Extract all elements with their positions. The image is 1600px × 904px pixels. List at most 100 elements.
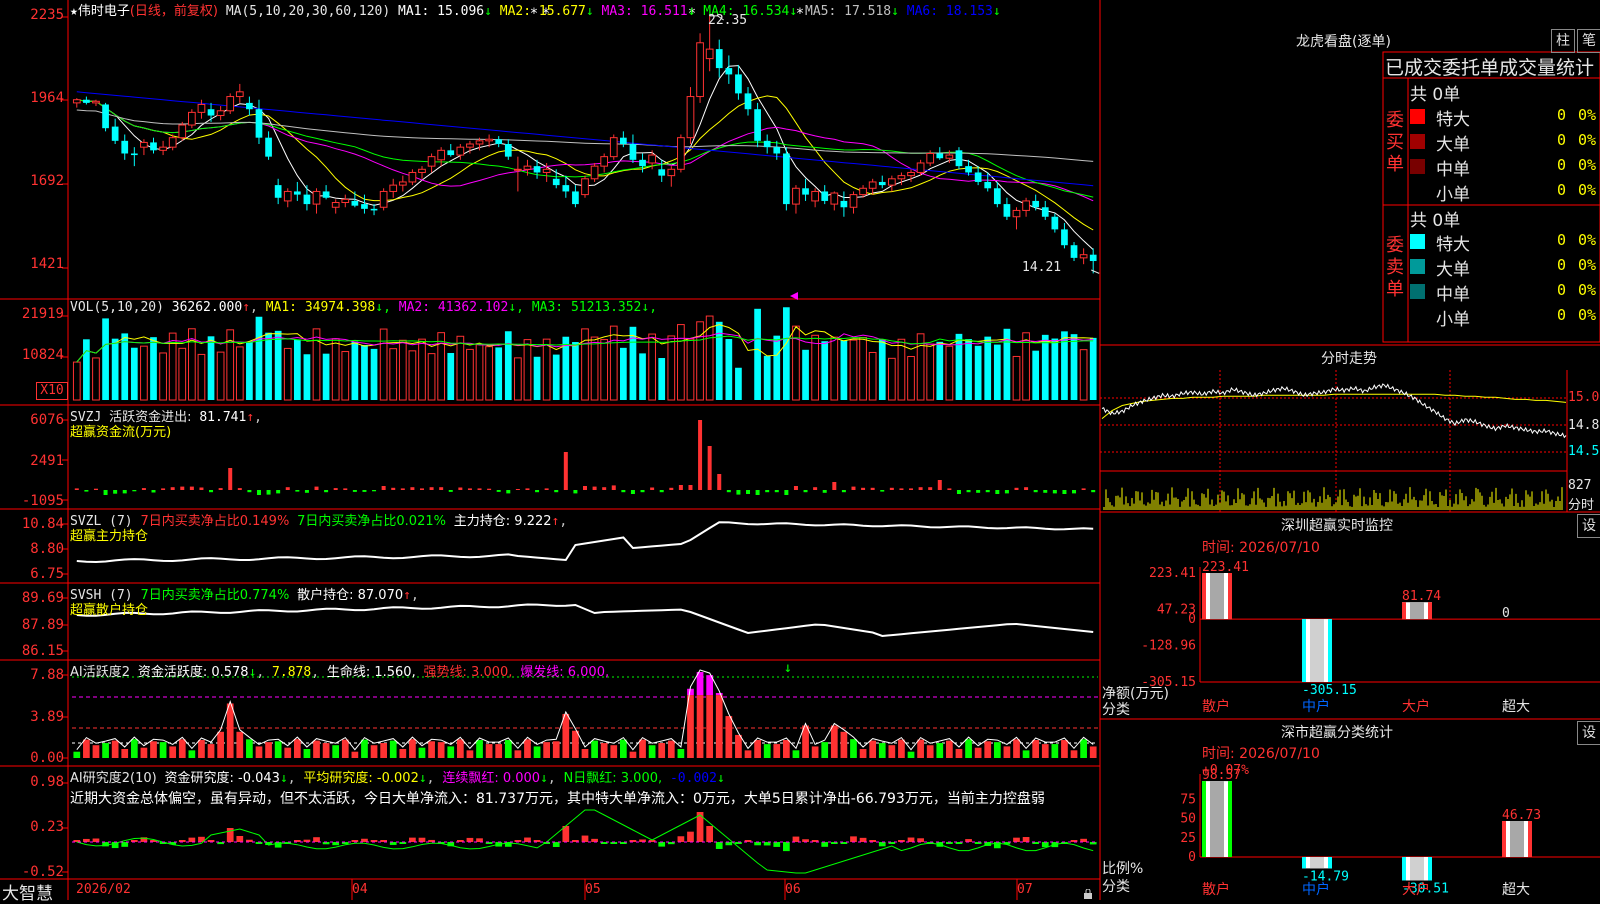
activity-bar [351,751,359,758]
fund-flow-bar [151,490,156,493]
activity-bar [830,725,838,758]
activity-bar [878,743,886,758]
volume-bar [427,353,436,401]
ai-active-y-tick: 7.88 [30,667,64,683]
bar-value-label: -305.15 [1302,683,1357,698]
activity-bar [83,739,90,758]
candle [783,153,790,205]
candle [955,150,963,167]
fund-flow-bar [554,490,559,493]
ai-active-y-tick: 0.00 [30,750,64,766]
volume-bar [840,340,848,400]
classify-settings-button[interactable]: 设 [1577,721,1600,745]
bar-y-tick: 0 [1188,612,1196,627]
volume-bar [763,355,771,400]
volume-bar [572,342,579,400]
candle [1003,204,1011,217]
fund-flow-bar [285,487,290,490]
activity-bar [1032,740,1040,758]
candle [629,144,637,160]
intraday-vol-tick: 827 [1568,478,1592,493]
volume-bar [293,339,301,400]
fund-flow-bar [669,487,674,490]
activity-bar [946,740,953,758]
volume-bar [773,335,781,400]
volume-bar [859,336,867,401]
order-percent: 0% [1578,131,1597,149]
tick-view-button[interactable]: 笔 [1577,29,1600,53]
fund-flow-bar [707,446,712,490]
volume-bar [389,348,398,401]
activity-bar [188,750,196,758]
fund-flow-bar [736,490,741,495]
activity-bar [706,695,714,758]
candle [255,109,263,138]
fund-flow-bar [822,490,827,493]
monitor-time: 时间: 2026/07/10 [1202,540,1320,556]
svsh-subtitle: 超赢散户持仓 [70,603,149,618]
fund-flow-bar [439,487,444,490]
volume-bar [495,347,503,400]
svzj-value: 81.741 [199,410,247,425]
panel-borders [0,0,1600,900]
fund-flow-bar [199,487,204,490]
low-marker [1091,269,1100,274]
color-swatch [1410,259,1425,274]
fund-flow-bar [841,490,846,493]
fund-flow-bar [93,488,98,490]
volume-bar [72,361,81,401]
activity-bar [495,744,503,758]
candle [235,91,244,98]
volume-bar [475,344,484,401]
activity-bar [217,731,224,758]
activity-bar [869,740,877,758]
kline-plot: * * * * [72,6,1100,300]
bar-shade [1210,781,1224,857]
candle [552,178,560,186]
activity-bar [255,746,263,758]
activity-bar [418,747,426,758]
candle [609,137,618,158]
fund-flow-bar [573,490,578,494]
main-chart-canvas[interactable]: * * * *↓223.41散户-305.15中户81.74大户0超大223.4147… [0,0,1600,900]
column-view-button[interactable]: 柱 [1551,29,1575,53]
order-type: 特大 [1436,235,1470,255]
candle [572,191,579,205]
vol-y-tick: 21919 [21,306,64,322]
volume-bar [926,343,935,401]
category-label: 中户 [1302,698,1330,715]
ai-active-f3: 生命线: 1.560, [326,665,416,680]
candle [744,93,752,110]
stock-name[interactable]: 伟时电子 [78,4,130,19]
fund-flow-bar [861,487,866,490]
intraday-price-tick: 14.83 [1568,418,1600,433]
candle [283,190,292,202]
volume-bar [255,316,263,400]
candle [207,109,215,116]
research-bar [658,842,666,847]
volume-bar [533,356,541,400]
ma-value-2: MA2: 15.677 [499,4,586,19]
volume-bar [542,338,551,401]
volume-bar [984,336,992,400]
monitor-settings-button[interactable]: 设 [1577,514,1600,538]
volume-bar [783,307,790,400]
bar-y-tick: 223.41 [1149,566,1196,581]
fund-flow-bar [621,490,626,493]
svzl-y-tick: 8.80 [30,541,64,557]
classify-xlabel: 分类 [1102,879,1130,895]
candle [916,162,925,173]
fund-flow-bar [1052,490,1057,494]
ma-value-3: MA3: 16.511 [601,4,688,19]
activity-bar [936,743,944,758]
volume-bar [111,338,119,400]
vol-unit-badge[interactable]: X10 [36,382,68,400]
candle [370,208,378,211]
volume-bar [600,339,609,401]
candle [715,49,723,69]
candle [456,146,465,156]
ai-active-label: AI活跃度2 [70,665,130,680]
volume-bar [609,325,618,401]
low-price-label: 14.21 [1022,260,1062,275]
monitor-title: 深圳超赢实时监控 [1281,518,1393,534]
